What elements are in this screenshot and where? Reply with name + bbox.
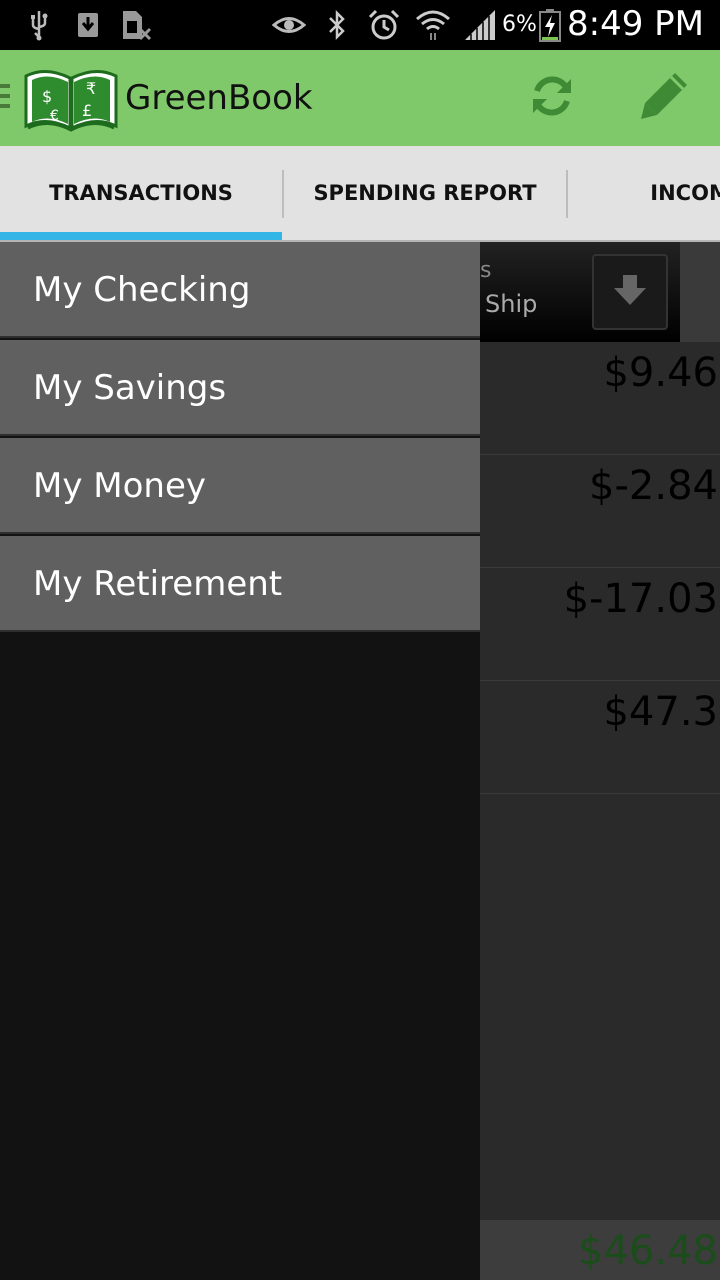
signal-icon <box>462 9 498 41</box>
total-bar: $46.48 <box>480 1220 720 1280</box>
alarm-icon <box>366 9 402 41</box>
tab-transactions[interactable]: TRANSACTIONS <box>0 146 282 240</box>
header-edge <box>680 242 720 342</box>
subcategory-label: Ship <box>485 290 538 318</box>
app-logo[interactable]: $ € ₹ £ <box>24 66 118 132</box>
tab-label: SPENDING REPORT <box>313 181 537 205</box>
category-header: s Ship <box>480 242 680 342</box>
sim-card-icon <box>120 9 152 41</box>
transaction-amount: $-2.84 <box>589 463 718 509</box>
svg-text:$: $ <box>42 87 52 106</box>
status-bar: 6% 8:49 PM <box>0 0 720 50</box>
transaction-row[interactable]: $9.46 <box>480 342 720 455</box>
drawer-item-my-checking[interactable]: My Checking <box>0 242 480 338</box>
edit-button[interactable] <box>634 68 694 128</box>
download-icon <box>76 9 100 41</box>
transactions-list: s Ship $9.46 $-2.84 $-17.03 $47.3 $46.48 <box>480 242 720 1280</box>
transaction-amount: $47.3 <box>603 689 718 735</box>
drawer-item-my-retirement[interactable]: My Retirement <box>0 536 480 632</box>
battery-charging-icon <box>538 9 562 42</box>
drawer-item-label: My Checking <box>33 270 251 310</box>
drawer-item-my-savings[interactable]: My Savings <box>0 340 480 436</box>
tab-label: INCOME R <box>650 181 720 205</box>
total-amount: $46.48 <box>578 1228 718 1274</box>
svg-text:£: £ <box>82 101 92 120</box>
wifi-icon <box>414 9 452 41</box>
drawer-item-label: My Savings <box>33 368 227 408</box>
drawer-item-my-money[interactable]: My Money <box>0 438 480 534</box>
tab-spending-report[interactable]: SPENDING REPORT <box>284 146 566 240</box>
sync-icon <box>527 71 577 125</box>
expand-button[interactable] <box>592 254 668 330</box>
clock: 8:49 PM <box>567 4 704 44</box>
transaction-amount: $9.46 <box>603 350 718 396</box>
bluetooth-icon <box>326 9 348 41</box>
drawer-item-label: My Money <box>33 466 206 506</box>
tab-active-indicator <box>0 232 282 240</box>
usb-icon <box>26 9 52 41</box>
tab-income-report[interactable]: INCOME R <box>568 146 720 240</box>
transaction-row[interactable]: $47.3 <box>480 681 720 794</box>
arrow-down-icon <box>612 273 648 311</box>
battery-percent: 6% <box>502 12 537 37</box>
transaction-row[interactable]: $-17.03 <box>480 568 720 681</box>
app-title: GreenBook <box>125 78 313 118</box>
tab-label: TRANSACTIONS <box>49 181 233 205</box>
drawer-toggle-icon[interactable] <box>0 84 12 114</box>
account-drawer: My Checking My Savings My Money My Retir… <box>0 242 480 1280</box>
category-label: s <box>480 258 492 283</box>
edit-icon <box>637 69 691 127</box>
transaction-row[interactable]: $-2.84 <box>480 455 720 568</box>
drawer-item-label: My Retirement <box>33 564 283 604</box>
transaction-amount: $-17.03 <box>563 576 718 622</box>
svg-text:€: € <box>50 108 59 124</box>
sync-button[interactable] <box>522 68 582 128</box>
svg-text:₹: ₹ <box>86 79 96 98</box>
tab-bar: TRANSACTIONS SPENDING REPORT INCOME R <box>0 146 720 242</box>
eye-icon <box>272 9 306 41</box>
action-bar: $ € ₹ £ GreenBook <box>0 50 720 146</box>
